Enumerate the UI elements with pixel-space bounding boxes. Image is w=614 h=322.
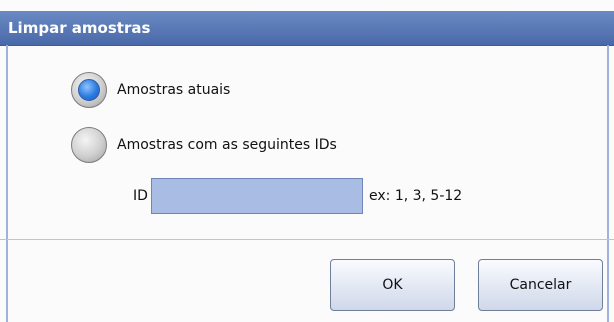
dialog-right-border xyxy=(607,45,609,322)
option-current-samples-label: Amostras atuais xyxy=(117,82,231,98)
button-area-separator xyxy=(0,239,614,240)
option-samples-with-ids-label: Amostras com as seguintes IDs xyxy=(117,137,337,153)
id-input[interactable] xyxy=(151,178,363,214)
clear-samples-dialog: Limpar amostras Amostras atuais Amostras… xyxy=(0,0,614,322)
option-samples-with-ids[interactable]: Amostras com as seguintes IDs xyxy=(71,126,337,164)
radio-samples-with-ids[interactable] xyxy=(71,127,107,163)
ok-button[interactable]: OK xyxy=(330,259,455,311)
id-field-label: ID xyxy=(133,188,148,204)
id-format-hint: ex: 1, 3, 5-12 xyxy=(369,188,463,204)
id-field-row: ID ex: 1, 3, 5-12 xyxy=(133,177,462,215)
dialog-left-border xyxy=(6,45,8,322)
option-current-samples[interactable]: Amostras atuais xyxy=(71,71,230,109)
radio-selected-dot-icon xyxy=(78,79,100,101)
radio-current-samples[interactable] xyxy=(71,72,107,108)
cancel-button[interactable]: Cancelar xyxy=(478,259,603,311)
dialog-titlebar: Limpar amostras xyxy=(0,11,614,46)
dialog-title: Limpar amostras xyxy=(8,19,151,37)
